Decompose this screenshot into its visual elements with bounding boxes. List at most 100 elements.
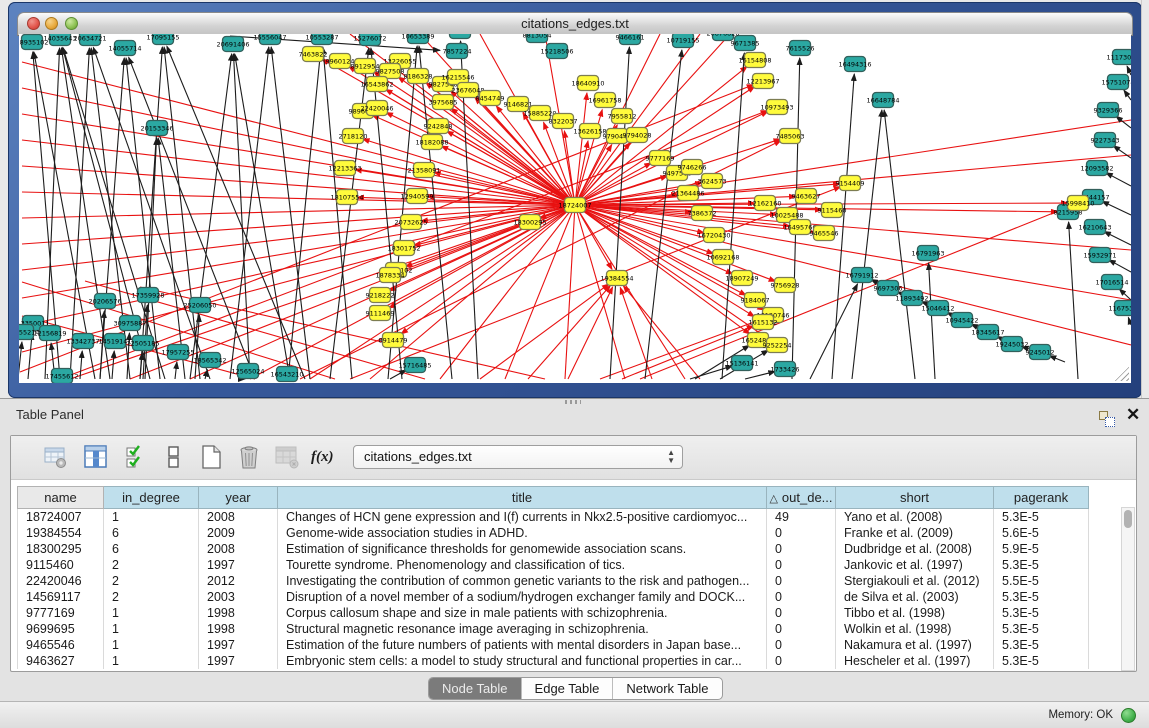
table-cell[interactable]: Disruption of a novel member of a sodium… <box>278 589 767 605</box>
citation-network-graph[interactable]: 1893510214035643206347211405571417095155… <box>19 34 1131 383</box>
graph-node-teal[interactable]: 15932971 <box>1083 248 1116 263</box>
new-table-icon[interactable] <box>197 443 225 471</box>
graph-node-yellow[interactable]: 9242848 <box>424 119 453 134</box>
column-header-out_de[interactable]: △out_de... <box>767 487 836 509</box>
graph-node-teal[interactable]: 30975887 <box>113 316 146 331</box>
table-cell[interactable]: 2008 <box>199 509 278 526</box>
table-cell[interactable]: 0 <box>767 573 836 589</box>
graph-node-yellow[interactable]: 2718120 <box>339 129 368 144</box>
table-cell[interactable]: Estimation of significance thresholds fo… <box>278 541 767 557</box>
graph-node-teal[interactable]: 9329366 <box>1094 103 1123 118</box>
table-cell[interactable]: 9463627 <box>18 653 104 669</box>
graph-node-teal[interactable]: 12565024 <box>231 364 264 379</box>
table-row[interactable]: 911546021997Tourette syndrome. Phenomeno… <box>18 557 1089 573</box>
table-row[interactable]: 969969511998Structural magnetic resonanc… <box>18 621 1089 637</box>
graph-node-yellow[interactable]: 9252254 <box>763 338 792 353</box>
table-cell[interactable]: Dudbridge et al. (2008) <box>836 541 994 557</box>
table-cell[interactable]: 5.3E-5 <box>994 637 1089 653</box>
graph-node-yellow[interactable]: 18640910 <box>571 76 604 91</box>
graph-node-teal[interactable]: 15751074 <box>1101 75 1131 90</box>
table-cell[interactable]: 1998 <box>199 605 278 621</box>
graph-node-teal[interactable]: 16543210 <box>270 367 303 382</box>
graph-node-teal[interactable]: 8813054 <box>523 34 552 43</box>
column-checklist-icon[interactable] <box>123 443 151 471</box>
graph-node-yellow[interactable]: 12213967 <box>746 74 779 89</box>
network-window-titlebar[interactable]: citations_edges.txt <box>17 12 1133 36</box>
graph-node-yellow[interactable]: 7463822 <box>299 47 328 62</box>
graph-node-teal[interactable]: 9227343 <box>1091 133 1120 148</box>
graph-node-teal[interactable]: 17957255 <box>161 345 194 360</box>
graph-node-yellow[interactable]: 9154409 <box>836 176 865 191</box>
graph-node-yellow[interactable]: 10692168 <box>706 250 739 265</box>
table-cell[interactable]: 1997 <box>199 653 278 669</box>
table-cell[interactable]: 18724007 <box>18 509 104 526</box>
graph-node-teal[interactable]: 20206576 <box>88 294 121 309</box>
graph-node-yellow[interactable]: 8914479 <box>379 333 408 348</box>
graph-node-teal[interactable]: 11173021 <box>1106 50 1131 65</box>
table-cell[interactable]: 1 <box>104 605 199 621</box>
graph-node-teal[interactable]: 16494316 <box>838 57 871 72</box>
graph-node-teal[interactable]: 20153346 <box>140 121 173 136</box>
tab-network-table[interactable]: Network Table <box>612 678 721 699</box>
table-select-dropdown[interactable]: citations_edges.txt ▲▼ <box>353 445 683 469</box>
delete-trash-icon[interactable] <box>235 443 263 471</box>
table-cell[interactable]: 5.3E-5 <box>994 509 1089 526</box>
graph-node-teal[interactable]: 20634721 <box>73 34 106 46</box>
graph-node-teal[interactable]: 9671385 <box>731 36 760 51</box>
select-column-icon[interactable] <box>82 443 110 471</box>
table-cell[interactable]: Estimation of the future numbers of pati… <box>278 637 767 653</box>
table-cell[interactable]: Embryonic stem cells: a model to study s… <box>278 653 767 669</box>
table-cell[interactable]: 1 <box>104 653 199 669</box>
graph-node-yellow[interactable]: 9746266 <box>678 160 707 175</box>
table-cell[interactable]: 5.3E-5 <box>994 589 1089 605</box>
table-row[interactable]: 1456911722003Disruption of a novel membe… <box>18 589 1089 605</box>
graph-node-teal[interactable]: 18429731 <box>443 34 476 39</box>
graph-node-teal[interactable]: 17455612 <box>45 369 78 384</box>
table-row[interactable]: 946362711997Embryonic stem cells: a mode… <box>18 653 1089 669</box>
graph-node-yellow[interactable]: 7386372 <box>688 206 717 221</box>
table-cell[interactable]: 14569117 <box>18 589 104 605</box>
graph-node-teal[interactable]: 17359928 <box>131 288 164 303</box>
network-canvas[interactable]: 1893510214035643206347211405571417095155… <box>19 34 1131 383</box>
graph-node-teal[interactable]: 7857224 <box>443 44 472 59</box>
table-cell[interactable]: 2 <box>104 573 199 589</box>
table-cell[interactable]: 5.9E-5 <box>994 541 1089 557</box>
table-cell[interactable]: 5.3E-5 <box>994 605 1089 621</box>
graph-node-yellow[interactable]: 7485063 <box>776 129 805 144</box>
table-cell[interactable]: 2 <box>104 589 199 605</box>
node-attribute-table[interactable]: namein_degreeyeartitle△out_de...shortpag… <box>17 486 1089 669</box>
table-cell[interactable]: 5.5E-5 <box>994 573 1089 589</box>
table-row[interactable]: 2242004622012Investigating the contribut… <box>18 573 1089 589</box>
table-cell[interactable]: 5.3E-5 <box>994 557 1089 573</box>
graph-node-yellow[interactable]: 8454749 <box>476 91 505 106</box>
graph-node-teal[interactable]: 9466161 <box>616 34 645 45</box>
graph-node-yellow[interactable]: 7955812 <box>608 109 637 124</box>
graph-node-yellow[interactable]: 9463627 <box>792 189 821 204</box>
table-cell[interactable]: 2012 <box>199 573 278 589</box>
table-cell[interactable]: 1 <box>104 621 199 637</box>
table-row[interactable]: 946554611997Estimation of the future num… <box>18 637 1089 653</box>
table-cell[interactable]: Changes of HCN gene expression and I(f) … <box>278 509 767 526</box>
tab-edge-table[interactable]: Edge Table <box>521 678 613 699</box>
table-cell[interactable]: 0 <box>767 525 836 541</box>
table-cell[interactable]: Genome-wide association studies in ADHD. <box>278 525 767 541</box>
graph-node-yellow[interactable]: 9115460 <box>818 203 847 218</box>
table-cell[interactable]: 49 <box>767 509 836 526</box>
table-vertical-scrollbar[interactable] <box>1121 507 1135 671</box>
graph-node-teal[interactable]: 1733426 <box>771 362 800 377</box>
table-cell[interactable]: 5.3E-5 <box>994 621 1089 637</box>
table-cell[interactable]: 0 <box>767 637 836 653</box>
table-cell[interactable]: Structural magnetic resonance image aver… <box>278 621 767 637</box>
graph-node-yellow[interactable]: 9756928 <box>771 278 800 293</box>
table-cell[interactable]: Investigating the contribution of common… <box>278 573 767 589</box>
close-panel-icon[interactable]: ✕ <box>1126 405 1140 425</box>
graph-node-teal[interactable]: 20691406 <box>216 37 249 52</box>
graph-node-yellow[interactable]: 3624573 <box>698 174 727 189</box>
table-row[interactable]: 977716911998Corpus callosum shape and si… <box>18 605 1089 621</box>
table-cell[interactable]: 1998 <box>199 621 278 637</box>
table-cell[interactable]: 5.3E-5 <box>994 653 1089 669</box>
graph-node-teal[interactable]: 17095155 <box>146 34 179 45</box>
table-row[interactable]: 1872400712008Changes of HCN gene express… <box>18 509 1089 526</box>
table-cell[interactable]: 0 <box>767 621 836 637</box>
graph-node-teal[interactable]: 17016514 <box>1095 275 1128 290</box>
